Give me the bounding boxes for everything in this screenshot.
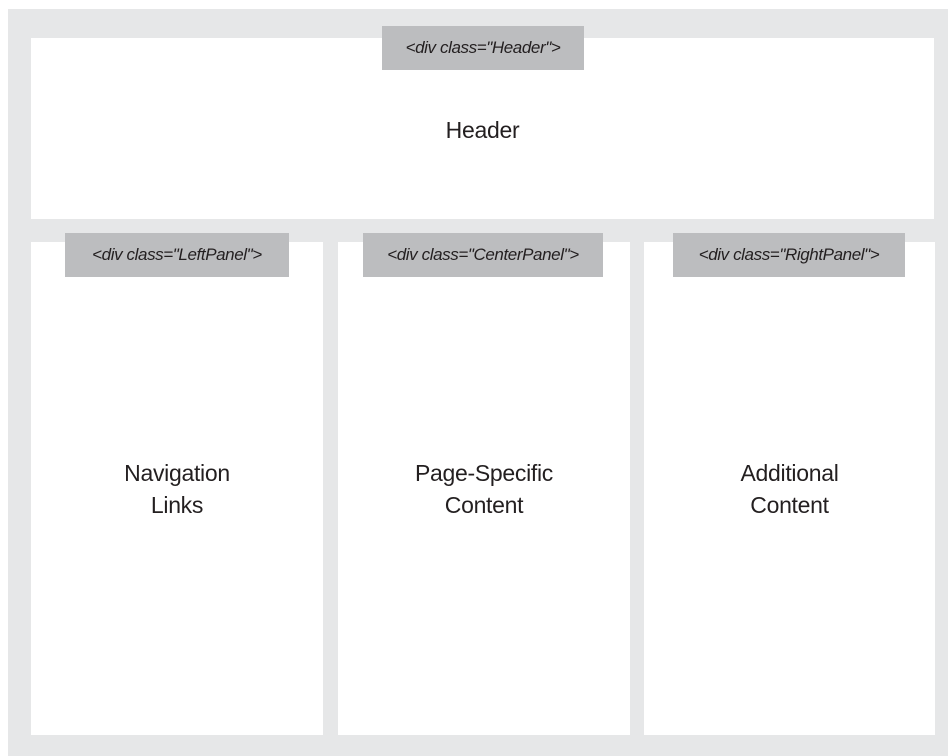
center-panel-label-line-1: Page-Specific: [414, 460, 553, 486]
left-panel-label-line-1: Navigation: [124, 460, 230, 486]
left-panel-label-line-2: Links: [150, 492, 204, 518]
header-label-text: Header: [445, 117, 520, 143]
right-panel-label: Additional Content: [644, 457, 935, 521]
center-panel-div-tag: <div class="CenterPanel">: [363, 233, 603, 277]
center-panel-label-line-2: Content: [444, 492, 524, 518]
left-panel-label: Navigation Links: [31, 457, 323, 521]
center-panel-label: Page-Specific Content: [338, 457, 630, 521]
right-panel-label-line-1: Additional: [740, 460, 839, 486]
right-panel-div-tag: <div class="RightPanel">: [673, 233, 905, 277]
left-panel-div-tag: <div class="LeftPanel">: [65, 233, 289, 277]
header-div-tag: <div class="Header">: [382, 26, 584, 70]
right-panel-label-line-2: Content: [750, 492, 829, 518]
header-label: Header: [31, 114, 934, 146]
